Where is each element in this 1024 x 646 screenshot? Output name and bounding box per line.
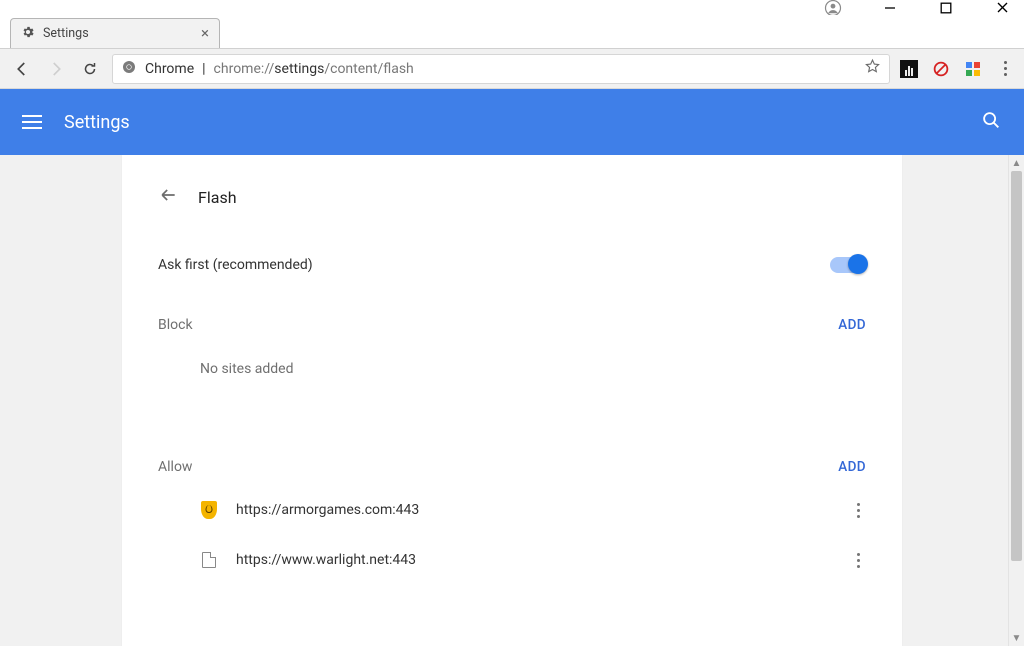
back-arrow-icon[interactable]	[158, 185, 178, 209]
bookmark-star-icon[interactable]	[864, 58, 881, 79]
block-empty-text: No sites added	[158, 343, 866, 419]
allow-section-header: Allow ADD	[158, 453, 866, 485]
colored-extension-icon[interactable]	[964, 60, 982, 78]
ask-first-label: Ask first (recommended)	[158, 257, 313, 273]
content-viewport: Flash Ask first (recommended) Block ADD …	[0, 155, 1024, 646]
block-label: Block	[158, 317, 193, 333]
allow-site-row: https://armorgames.com:443	[158, 485, 866, 535]
extension-icons	[900, 60, 1014, 78]
scroll-up-arrow[interactable]: ▲	[1009, 155, 1024, 171]
site-url: https://armorgames.com:443	[236, 502, 419, 518]
search-icon[interactable]	[980, 109, 1002, 135]
shield-icon	[200, 501, 218, 519]
settings-app-header: Settings	[0, 89, 1024, 155]
allow-add-button[interactable]: ADD	[838, 459, 866, 475]
tab-strip: Settings ×	[0, 15, 1024, 49]
block-section-header: Block ADD	[158, 311, 866, 343]
site-row-menu-button[interactable]	[850, 503, 866, 518]
minimize-button[interactable]	[876, 0, 904, 15]
forward-button[interactable]	[44, 57, 68, 81]
scroll-track[interactable]	[1009, 171, 1024, 630]
block-extension-icon[interactable]	[932, 60, 950, 78]
settings-card: Flash Ask first (recommended) Block ADD …	[122, 155, 902, 646]
close-tab-button[interactable]: ×	[201, 26, 209, 41]
site-row-menu-button[interactable]	[850, 553, 866, 568]
omnibox-separator: |	[202, 61, 205, 77]
block-add-button[interactable]: ADD	[838, 317, 866, 333]
vertical-scrollbar[interactable]: ▲ ▼	[1008, 155, 1024, 646]
allow-site-row: https://www.warlight.net:443	[158, 535, 866, 585]
omnibox[interactable]: Chrome | chrome://settings/content/flash	[112, 54, 890, 84]
maximize-button[interactable]	[932, 0, 960, 15]
menu-icon[interactable]	[22, 115, 42, 129]
window-titlebar	[0, 0, 1024, 15]
page-title: Flash	[198, 188, 237, 207]
allow-label: Allow	[158, 459, 192, 475]
scroll-down-arrow[interactable]: ▼	[1009, 630, 1024, 646]
scroll-thumb[interactable]	[1011, 171, 1022, 561]
file-icon	[200, 551, 218, 569]
chrome-logo-icon	[121, 59, 137, 79]
app-title: Settings	[64, 112, 130, 133]
ask-first-row: Ask first (recommended)	[158, 243, 866, 311]
tab-title: Settings	[43, 26, 89, 41]
omnibox-url: chrome://settings/content/flash	[214, 61, 414, 77]
browser-tab[interactable]: Settings ×	[10, 18, 220, 48]
omnibox-origin-label: Chrome	[145, 61, 194, 77]
ask-first-toggle[interactable]	[830, 257, 866, 273]
equalizer-extension-icon[interactable]	[900, 60, 918, 78]
chrome-menu-button[interactable]	[996, 61, 1014, 76]
browser-toolbar: Chrome | chrome://settings/content/flash	[0, 49, 1024, 89]
reload-button[interactable]	[78, 57, 102, 81]
back-button[interactable]	[10, 57, 34, 81]
page-header: Flash	[158, 179, 866, 243]
gear-icon	[21, 25, 35, 43]
close-window-button[interactable]	[988, 0, 1016, 15]
site-url: https://www.warlight.net:443	[236, 552, 416, 568]
